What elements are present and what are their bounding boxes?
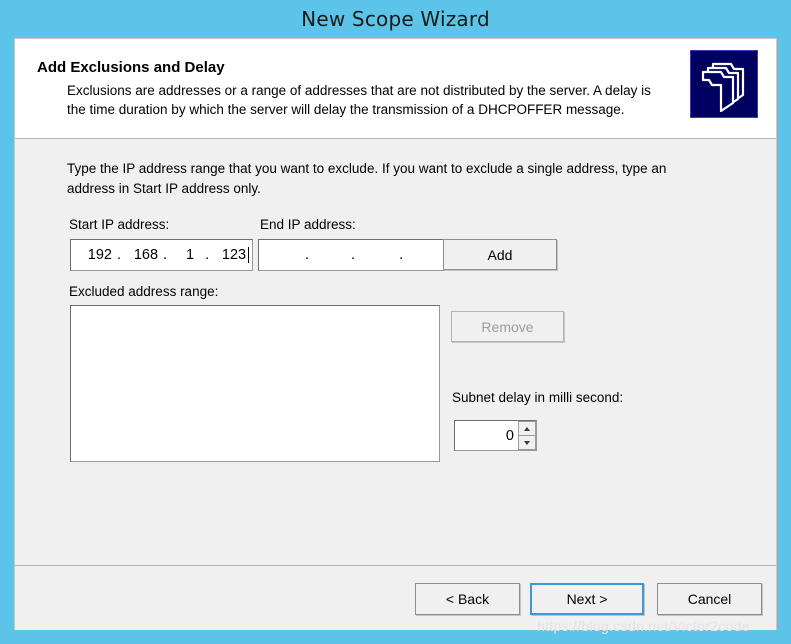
end-ip-input[interactable]: . . .	[258, 239, 444, 271]
instructions-text: Type the IP address range that you want …	[67, 161, 667, 196]
ip-separator: .	[117, 247, 122, 263]
window-title: New Scope Wizard	[301, 7, 490, 31]
ip-separator: .	[399, 247, 404, 263]
add-button[interactable]: Add	[443, 239, 557, 270]
start-ip-octet-2[interactable]: 168	[125, 247, 159, 263]
page-title: Add Exclusions and Delay	[37, 59, 225, 76]
end-ip-label: End IP address:	[260, 217, 356, 232]
start-ip-label: Start IP address:	[69, 217, 170, 232]
start-ip-input[interactable]: 192 . 168 . 1 . 123	[70, 239, 253, 271]
watermark-text: https://blog.csdn.net/Victor2code	[537, 618, 750, 634]
excluded-range-listbox[interactable]	[70, 305, 440, 462]
back-button[interactable]: < Back	[415, 583, 520, 615]
cancel-button[interactable]: Cancel	[657, 583, 762, 615]
spinner-buttons	[518, 421, 536, 450]
window-title-bar: New Scope Wizard	[0, 0, 791, 38]
ip-separator: .	[163, 247, 168, 263]
chevron-down-icon	[524, 440, 530, 445]
chevron-up-icon	[524, 426, 530, 431]
dialog-header: Add Exclusions and Delay Exclusions are …	[15, 39, 776, 139]
subnet-delay-spinner[interactable]: 0	[454, 420, 554, 451]
page-description: Exclusions are addresses or a range of a…	[67, 83, 651, 117]
text-caret	[248, 247, 250, 263]
folder-stack-icon	[690, 50, 758, 118]
spinner-up-button[interactable]	[518, 421, 536, 435]
excluded-range-label: Excluded address range:	[69, 284, 219, 299]
start-ip-octet-3[interactable]: 1	[171, 247, 195, 263]
new-scope-wizard-dialog: Add Exclusions and Delay Exclusions are …	[14, 38, 777, 630]
remove-button[interactable]: Remove	[451, 311, 564, 342]
next-button[interactable]: Next >	[530, 583, 644, 615]
ip-separator: .	[305, 247, 310, 263]
start-ip-octet-4[interactable]: 123	[213, 247, 247, 263]
ip-separator: .	[205, 247, 210, 263]
start-ip-octet-1[interactable]: 192	[79, 247, 113, 263]
ip-separator: .	[351, 247, 356, 263]
subnet-delay-label: Subnet delay in milli second:	[452, 390, 624, 405]
dialog-body: Type the IP address range that you want …	[15, 139, 776, 566]
spinner-down-button[interactable]	[518, 435, 536, 450]
